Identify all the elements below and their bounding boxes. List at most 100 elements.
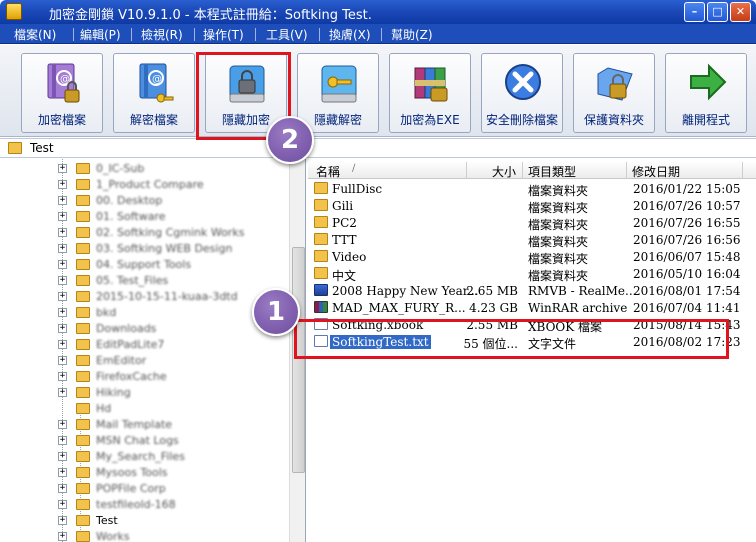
tree-scrollbar-thumb[interactable] <box>292 247 305 473</box>
expand-icon[interactable]: + <box>58 196 67 205</box>
tree-item[interactable]: + FirefoxCache <box>0 369 290 385</box>
column-date-header[interactable]: 修改日期 <box>632 163 680 180</box>
expand-icon[interactable]: + <box>58 260 67 269</box>
tree-item[interactable]: +03. Softking WEB Design <box>0 241 290 257</box>
tree-item[interactable]: + bkd <box>0 305 290 321</box>
expand-icon[interactable]: + <box>58 356 67 365</box>
tree-item[interactable]: +00. Desktop <box>0 193 290 209</box>
close-button[interactable]: ✕ <box>730 2 751 22</box>
expand-icon[interactable]: + <box>58 164 67 173</box>
column-separator[interactable] <box>466 162 467 178</box>
tree-item[interactable]: + MSN Chat Logs <box>0 433 290 449</box>
expand-icon[interactable]: + <box>58 228 67 237</box>
tree-item[interactable]: Hd <box>0 401 290 417</box>
tree-item[interactable]: + Mail Template <box>0 417 290 433</box>
file-row[interactable]: PC2 檔案資料夾 2016/07/26 16:55 <box>308 214 756 232</box>
file-row[interactable]: Video 檔案資料夾 2016/06/07 15:48 <box>308 248 756 266</box>
file-row[interactable]: TTT 檔案資料夾 2016/07/26 16:56 <box>308 231 756 249</box>
menu-operate[interactable]: 操作(T) <box>203 26 244 43</box>
encrypt-file-button[interactable]: @ 加密檔案 <box>21 53 103 133</box>
protect-folder-button[interactable]: 保護資料夾 <box>573 53 655 133</box>
expand-icon[interactable]: + <box>58 516 67 525</box>
file-row[interactable]: FullDisc 檔案資料夾 2016/01/22 15:05 <box>308 180 756 198</box>
expand-icon[interactable]: + <box>58 212 67 221</box>
expand-icon[interactable]: + <box>58 500 67 509</box>
maximize-button[interactable]: □ <box>707 2 728 22</box>
tree-item[interactable]: + Works <box>0 529 290 542</box>
file-type: WinRAR archive <box>528 301 628 315</box>
expand-icon[interactable]: + <box>58 340 67 349</box>
tree-item-label: My_Search_Files <box>96 450 185 463</box>
column-size-header[interactable]: 大小 <box>492 163 516 180</box>
file-row[interactable]: 中文 檔案資料夾 2016/05/10 16:04 <box>308 265 756 283</box>
folder-icon <box>76 483 90 494</box>
folder-icon <box>76 419 90 430</box>
expand-icon[interactable]: + <box>58 292 67 301</box>
tree-item[interactable]: + POPFile Corp <box>0 481 290 497</box>
path-text: Test <box>30 141 54 155</box>
tree-item[interactable]: +02. Softking Cgmink Works <box>0 225 290 241</box>
expand-icon[interactable]: + <box>58 308 67 317</box>
expand-icon[interactable]: + <box>58 452 67 461</box>
secure-delete-button[interactable]: 安全刪除檔案 <box>481 53 563 133</box>
expand-icon[interactable]: + <box>58 276 67 285</box>
tree-item[interactable]: + testfileold-168 <box>0 497 290 513</box>
expand-icon[interactable]: + <box>58 388 67 397</box>
menu-skin[interactable]: 換膚(X) <box>329 26 371 43</box>
tree-item-label: Mail Template <box>96 418 173 431</box>
expand-icon[interactable]: + <box>58 244 67 253</box>
column-type-header[interactable]: 項目類型 <box>528 163 576 180</box>
tree-item[interactable]: + My_Search_Files <box>0 449 290 465</box>
tree-item-label: 05. Test_Files <box>96 274 169 287</box>
column-separator[interactable] <box>742 162 743 178</box>
expand-icon[interactable]: + <box>58 420 67 429</box>
column-separator[interactable] <box>626 162 627 178</box>
tree-item[interactable]: +0_IC-Sub <box>0 161 290 177</box>
tree-item[interactable]: +04. Support Tools <box>0 257 290 273</box>
encrypt-exe-label: 加密為EXE <box>400 113 460 127</box>
file-date: 2016/07/26 16:55 <box>633 216 741 230</box>
column-separator[interactable] <box>522 162 523 178</box>
expand-icon[interactable]: + <box>58 436 67 445</box>
expand-icon[interactable]: + <box>58 532 67 541</box>
column-name-header[interactable]: 名稱 <box>316 163 340 180</box>
tree-item[interactable]: + Downloads <box>0 321 290 337</box>
menu-help[interactable]: 幫助(Z) <box>391 26 433 43</box>
path-bar[interactable]: Test <box>0 138 756 158</box>
menu-file[interactable]: 檔案(N) <box>14 26 56 43</box>
encrypt-exe-button[interactable]: 加密為EXE <box>389 53 471 133</box>
tree-item[interactable]: +01. Software <box>0 209 290 225</box>
tree-item[interactable]: +05. Test_Files <box>0 273 290 289</box>
tree-item[interactable]: +1_Product Compare <box>0 177 290 193</box>
exit-label: 離開程式 <box>681 113 730 127</box>
expand-icon[interactable]: + <box>58 372 67 381</box>
file-row[interactable]: 2008 Happy New Year... 2.65 MB RMVB - Real… <box>308 282 756 299</box>
tree-item[interactable]: + EditPadLite7 <box>0 337 290 353</box>
tree-item[interactable]: +2015-10-15-11-kuaa-3dtd <box>0 289 290 305</box>
expand-icon[interactable]: + <box>58 468 67 477</box>
tree-item[interactable]: + Mysoos Tools <box>0 465 290 481</box>
file-row[interactable]: MAD_MAX_FURY_R... 4.23 GB WinRAR archive 20… <box>308 299 756 316</box>
tree-item-label: Downloads <box>96 322 157 335</box>
folder-icon <box>76 515 90 526</box>
folder-icon <box>76 227 90 238</box>
hide-decrypt-button[interactable]: 隱藏解密 <box>297 53 379 133</box>
minimize-button[interactable]: – <box>684 2 705 22</box>
folder-icon <box>314 250 328 262</box>
file-row[interactable]: Gili 檔案資料夾 2016/07/26 10:57 <box>308 197 756 215</box>
menu-separator <box>194 28 195 41</box>
expand-icon[interactable]: + <box>58 484 67 493</box>
menu-tools[interactable]: 工具(V) <box>266 26 308 43</box>
menu-view[interactable]: 檢視(R) <box>141 26 183 43</box>
decrypt-file-button[interactable]: @ 解密檔案 <box>113 53 195 133</box>
tree-item[interactable]: + Hiking <box>0 385 290 401</box>
menu-edit[interactable]: 編輯(P) <box>80 26 121 43</box>
folder-icon <box>314 182 328 194</box>
tree-item[interactable]: + Test <box>0 513 290 529</box>
window-title: 加密金剛鎖 V10.9.1.0 - 本程式註冊給：Softking Test. <box>49 8 372 23</box>
file-name: TTT <box>332 233 357 247</box>
expand-icon[interactable]: + <box>58 324 67 333</box>
tree-item[interactable]: + EmEditor <box>0 353 290 369</box>
exit-button[interactable]: 離開程式 <box>665 53 747 133</box>
expand-icon[interactable]: + <box>58 180 67 189</box>
